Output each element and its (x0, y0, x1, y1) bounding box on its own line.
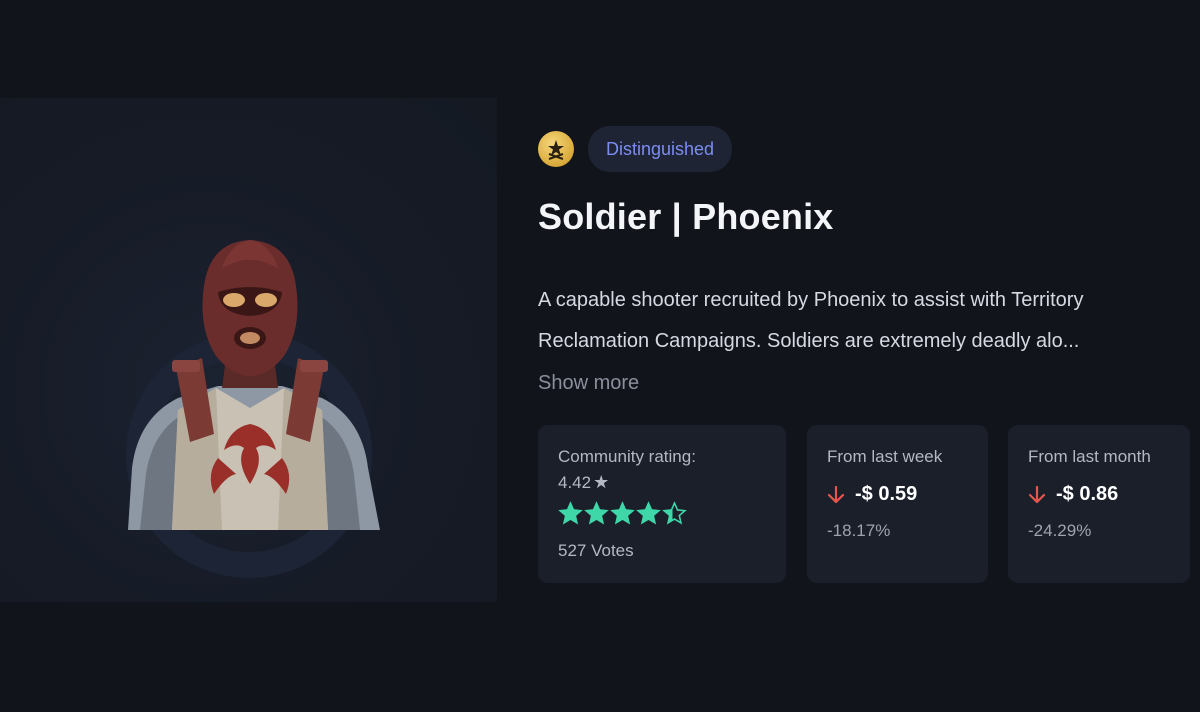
star-icon: ★ (593, 472, 610, 492)
week-change-row: -$ 0.59 (827, 483, 917, 506)
item-info: Distinguished Soldier | Phoenix A capabl… (538, 126, 1200, 404)
arrow-down-icon (1028, 485, 1046, 503)
week-label: From last week (827, 447, 943, 466)
month-label: From last month (1028, 447, 1151, 466)
rating-star-icon[interactable] (610, 501, 635, 526)
agent-image (128, 240, 380, 530)
gold-rank-icon (538, 131, 574, 167)
rating-value: 4.42 (558, 472, 592, 492)
arrow-down-icon (827, 485, 845, 503)
rating-star-icon[interactable] (558, 501, 583, 526)
show-more-link[interactable]: Show more (538, 362, 639, 404)
item-page: Distinguished Soldier | Phoenix A capabl… (0, 0, 1200, 712)
last-week-card: From last week -$ 0.59 -18.17% (807, 425, 988, 583)
month-price-change: -$ 0.86 (1056, 483, 1119, 505)
rating-star-icon[interactable] (584, 501, 609, 526)
rating-stars[interactable] (558, 501, 688, 526)
rating-star-icon[interactable] (662, 501, 687, 526)
item-title: Soldier | Phoenix (538, 196, 834, 237)
item-description: A capable shooter recruited by Phoenix t… (538, 289, 1084, 352)
week-percent: -18.17% (827, 521, 891, 540)
community-rating-card: Community rating: 4.42 ★ 527 Votes (538, 425, 786, 583)
rating-value-row: 4.42 ★ (558, 472, 609, 493)
rarity-row: Distinguished (538, 126, 1200, 172)
item-image-panel (0, 98, 497, 602)
last-month-card: From last month -$ 0.86 -24.29% (1008, 425, 1190, 583)
votes-count: 527 Votes (558, 541, 634, 560)
rating-star-icon[interactable] (636, 501, 661, 526)
rating-label: Community rating: (558, 447, 696, 466)
rarity-badge: Distinguished (588, 126, 733, 172)
month-percent: -24.29% (1028, 521, 1092, 540)
week-price-change: -$ 0.59 (855, 483, 918, 505)
month-change-row: -$ 0.86 (1028, 483, 1118, 506)
